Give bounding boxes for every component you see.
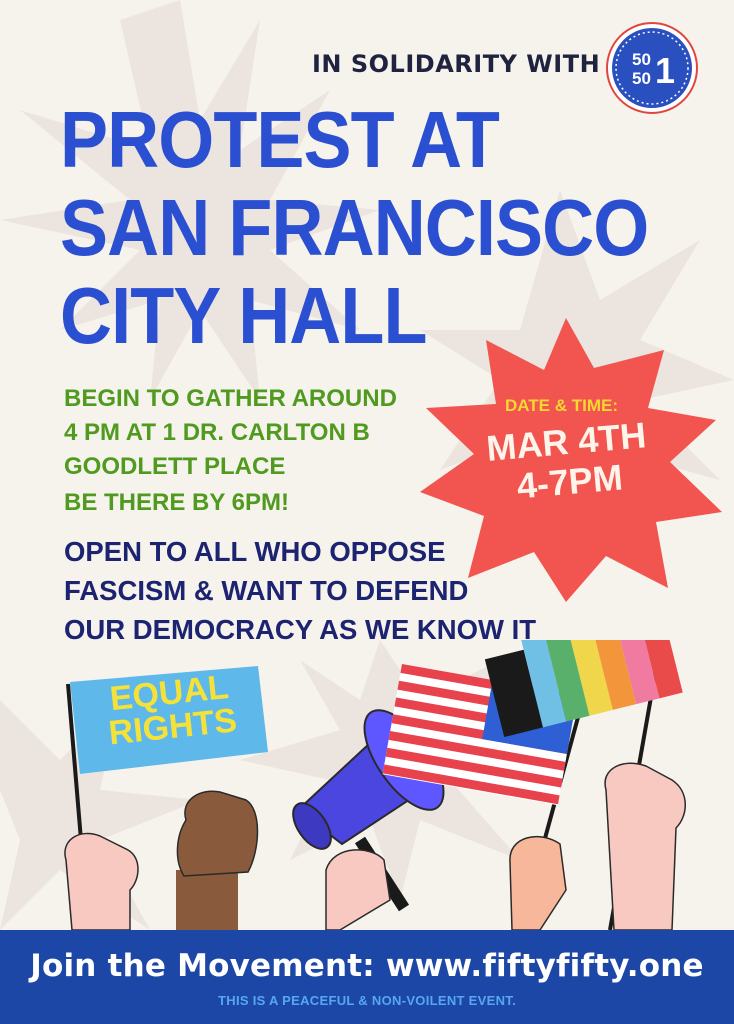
solidarity-text: IN SOLIDARITY WITH	[312, 50, 601, 78]
title-line-2: SAN FRANCISCO	[60, 183, 649, 272]
logo-one-text: 1	[655, 50, 675, 91]
peaceful-event-note: THIS IS A PEACEFUL & NON-VOILENT EVENT.	[218, 993, 516, 1008]
protest-poster: IN SOLIDARITY WITH 50 50 1 PROTEST AT SA…	[0, 0, 734, 1024]
date-time-label: DATE & TIME:	[505, 396, 619, 415]
join-movement-link[interactable]: Join the Movement: www.fiftyfifty.one	[0, 948, 734, 984]
left-hand	[64, 832, 139, 931]
logo-top-text: 50	[632, 50, 651, 69]
raised-fist-icon	[176, 790, 259, 940]
gather-line-3: GOODLETT PLACE	[64, 453, 286, 480]
logo-bottom-text: 50	[632, 69, 651, 88]
title-line-1: PROTEST AT	[60, 95, 500, 184]
be-there-text: BE THERE BY 6PM!	[64, 489, 289, 516]
gather-line-2: 4 PM AT 1 DR. CARLTON B	[64, 419, 370, 446]
gather-line-1: BEGIN TO GATHER AROUND	[64, 385, 397, 412]
